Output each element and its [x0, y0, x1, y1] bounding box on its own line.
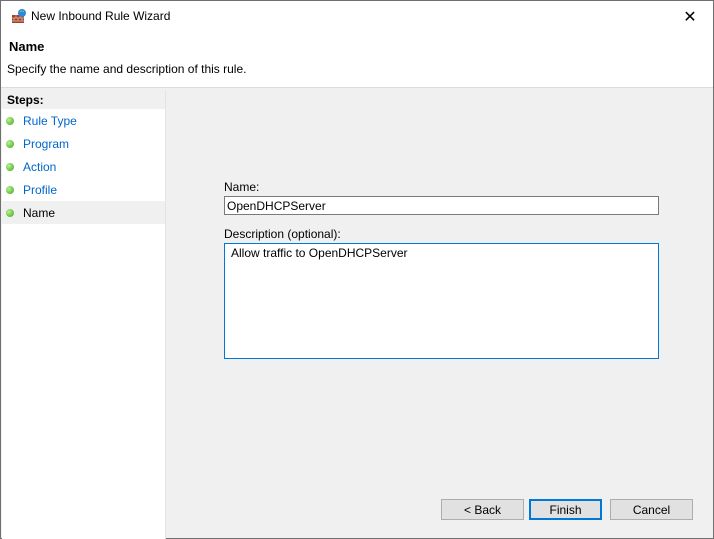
step-label: Program — [23, 136, 70, 151]
step-label: Rule Type — [23, 113, 77, 128]
cancel-button[interactable]: Cancel — [610, 499, 693, 520]
page-title: Name — [9, 39, 45, 54]
content-area: Name: OpenDHCPServer Description (option… — [169, 90, 712, 537]
status-dot-icon — [6, 162, 14, 171]
status-dot-icon — [6, 208, 14, 217]
step-rule-type[interactable]: Rule Type — [2, 109, 165, 132]
steps-heading: Steps: — [2, 90, 165, 109]
step-label: Profile — [23, 182, 58, 197]
close-button[interactable]: ✕ — [667, 1, 713, 32]
title-bar: New Inbound Rule Wizard ✕ — [1, 1, 713, 32]
step-label: Name — [23, 205, 56, 220]
firewall-icon — [12, 9, 26, 23]
step-profile[interactable]: Profile — [2, 178, 165, 201]
name-input[interactable]: OpenDHCPServer — [224, 196, 659, 215]
page-description: Specify the name and description of this… — [7, 62, 247, 76]
status-dot-icon — [6, 185, 14, 194]
description-label: Description (optional): — [224, 227, 341, 241]
wizard-window: New Inbound Rule Wizard ✕ Name Specify t… — [0, 0, 714, 539]
description-textarea[interactable]: Allow traffic to OpenDHCPServer — [224, 243, 659, 359]
step-action[interactable]: Action — [2, 155, 165, 178]
status-dot-icon — [6, 116, 14, 125]
step-label: Action — [23, 159, 57, 174]
step-name[interactable]: Name — [2, 201, 165, 224]
status-dot-icon — [6, 139, 14, 148]
step-program[interactable]: Program — [2, 132, 165, 155]
steps-panel: Steps: Rule Type Program Action Profile … — [2, 90, 166, 539]
back-button[interactable]: < Back — [441, 499, 524, 520]
name-label: Name: — [224, 180, 260, 194]
page-header: Name Specify the name and description of… — [1, 32, 713, 88]
window-title: New Inbound Rule Wizard — [31, 9, 171, 23]
finish-button[interactable]: Finish — [529, 499, 602, 520]
